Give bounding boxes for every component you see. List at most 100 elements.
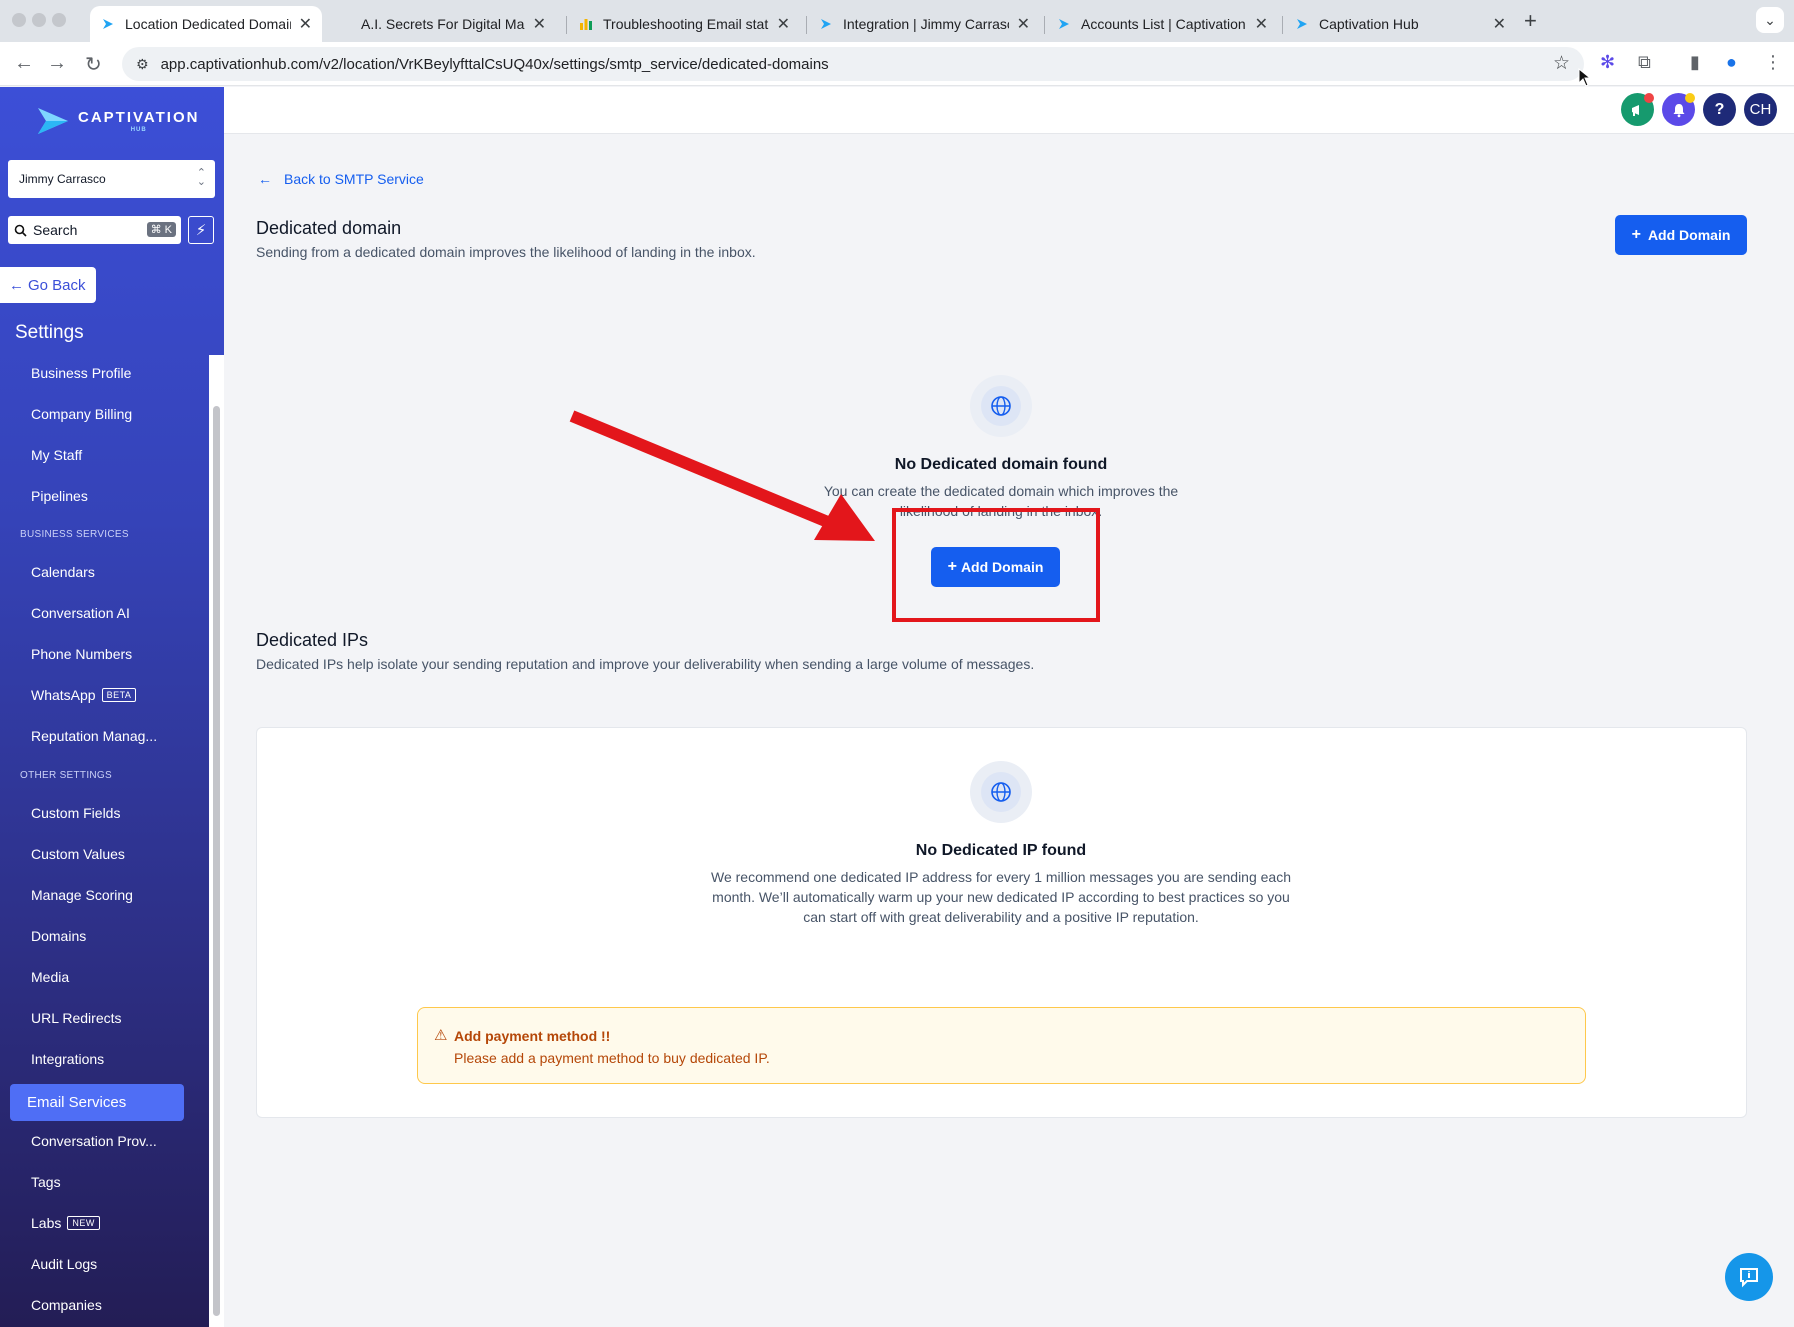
sidebar-item-label: Integrations <box>31 1051 105 1067</box>
sidebar-item-integrations[interactable]: Integrations <box>31 1051 104 1067</box>
sidebar-item-phone-numbers[interactable]: Phone Numbers <box>31 646 132 662</box>
sidebar-item-conversation-ai[interactable]: Conversation AI <box>31 605 130 621</box>
dedicated-domain-subtitle: Sending from a dedicated domain improves… <box>256 244 756 260</box>
notification-dot <box>1685 93 1695 103</box>
sidebar-item-label: WhatsApp <box>31 687 96 703</box>
sidebar-item-reputation-management[interactable]: Reputation Manag... <box>31 728 157 744</box>
browser-toolbar: ← → ↻ ⚙ app.captivationhub.com/v2/locati… <box>0 42 1794 86</box>
back-to-smtp-link[interactable]: ← Back to SMTP Service <box>258 171 424 187</box>
browser-tab-troubleshooting[interactable]: Troubleshooting Email statist ✕ <box>568 6 800 42</box>
support-chat-icon[interactable] <box>1725 1253 1773 1301</box>
window-close-dot[interactable] <box>12 13 26 27</box>
close-tab-icon[interactable]: ✕ <box>1017 14 1030 34</box>
browser-tab-ai-secrets[interactable]: A.I. Secrets For Digital Marke ✕ <box>326 6 556 42</box>
chart-favicon-icon <box>578 16 594 32</box>
window-zoom-dot[interactable] <box>52 13 66 27</box>
settings-heading: Settings <box>15 322 84 343</box>
browser-tab-accounts-list[interactable]: Accounts List | Captivation H ✕ <box>1046 6 1278 42</box>
sidebar-item-url-redirects[interactable]: URL Redirects <box>31 1010 122 1026</box>
captivation-hub-logo[interactable]: CAPTIVATION HUB <box>34 102 199 140</box>
sidebar-item-label: Email Services <box>27 1094 127 1111</box>
quick-actions-bolt-icon[interactable]: ⚡ <box>188 216 214 244</box>
close-tab-icon[interactable]: ✕ <box>533 14 546 34</box>
globe-icon <box>970 375 1032 437</box>
captivation-favicon-icon <box>1294 16 1310 32</box>
sidebar-item-custom-fields[interactable]: Custom Fields <box>31 805 120 821</box>
sidebar-item-audit-logs[interactable]: Audit Logs <box>31 1256 97 1272</box>
search-icon <box>14 224 27 237</box>
sidebar-item-email-services[interactable]: Email Services <box>10 1084 184 1121</box>
logo-text: CAPTIVATION HUB <box>78 108 200 133</box>
sidebar-item-calendars[interactable]: Calendars <box>31 564 95 580</box>
sidebar-item-label: Domains <box>31 928 87 944</box>
account-switcher[interactable]: Jimmy Carrasco ⌃ ⌄ <box>8 160 215 198</box>
tab-title: Integration | Jimmy Carrasco <box>843 16 1009 32</box>
browser-tab-integration[interactable]: Integration | Jimmy Carrasco ✕ <box>808 6 1040 42</box>
sidebar-item-manage-scoring[interactable]: Manage Scoring <box>31 887 133 903</box>
sidebar-item-conversation-providers[interactable]: Conversation Prov... <box>31 1133 157 1149</box>
notifications-bell-icon[interactable] <box>1662 93 1695 126</box>
sidebar-item-pipelines[interactable]: Pipelines <box>31 488 88 504</box>
extensions-puzzle-icon[interactable]: ⧉ <box>1638 52 1651 73</box>
extension-snowflake-icon[interactable]: ✻ <box>1600 52 1615 73</box>
browser-tab-location-dedicated-domain[interactable]: Location Dedicated Domain | ✕ <box>90 6 322 42</box>
sidebar-item-labs[interactable]: Labs NEW <box>31 1215 100 1231</box>
sidebar-item-tags[interactable]: Tags <box>31 1174 61 1190</box>
sidebar-item-label: Companies <box>31 1297 102 1313</box>
sidebar-item-whatsapp[interactable]: WhatsApp BETA <box>31 687 137 703</box>
tab-title: Captivation Hub <box>1319 16 1419 32</box>
warning-triangle-icon: ⚠ <box>434 1027 448 1044</box>
sidebar-item-label: Pipelines <box>31 488 88 504</box>
new-tab-icon[interactable]: + <box>1524 8 1537 34</box>
sidebar-item-domains[interactable]: Domains <box>31 928 86 944</box>
sidebar-scrollbar-thumb[interactable] <box>213 406 220 1316</box>
new-badge: NEW <box>67 1216 100 1230</box>
sidebar-item-company-billing[interactable]: Company Billing <box>31 406 132 422</box>
sidebar-item-label: Custom Values <box>31 846 125 862</box>
sidebar-item-companies[interactable]: Companies <box>31 1297 102 1313</box>
profile-avatar-icon[interactable]: ● <box>1726 52 1737 73</box>
captivation-logo-mark-icon <box>38 108 68 134</box>
close-tab-icon[interactable]: ✕ <box>1493 14 1506 34</box>
user-avatar[interactable]: CH <box>1744 93 1777 126</box>
close-tab-icon[interactable]: ✕ <box>299 14 312 34</box>
announcements-megaphone-icon[interactable] <box>1621 93 1654 126</box>
site-info-icon[interactable]: ⚙ <box>136 56 149 73</box>
annotation-arrow-shaft <box>569 410 838 531</box>
plus-icon: + <box>947 558 957 575</box>
page-favicon-icon <box>336 16 352 32</box>
browser-tab-captivation-hub[interactable]: Captivation Hub ✕ <box>1284 6 1516 42</box>
app-top-bar: ? CH <box>224 87 1794 134</box>
close-tab-icon[interactable]: ✕ <box>1255 14 1268 34</box>
forward-arrow-icon[interactable]: → <box>47 52 67 75</box>
tab-title: A.I. Secrets For Digital Marke <box>361 16 525 32</box>
sidebar-search[interactable]: Search ⌘ K <box>8 216 181 244</box>
no-domain-text: You can create the dedicated domain whic… <box>823 483 1179 519</box>
no-domain-title: No Dedicated domain found <box>894 456 1108 473</box>
sidebar-item-media[interactable]: Media <box>31 969 69 985</box>
browser-tab-strip: Location Dedicated Domain | ✕ A.I. Secre… <box>0 0 1794 42</box>
add-domain-button-empty-state[interactable]: + Add Domain <box>931 547 1060 587</box>
arrow-left-icon: ← <box>9 276 24 294</box>
dedicated-ips-title: Dedicated IPs <box>256 630 369 650</box>
globe-icon <box>970 761 1032 823</box>
dedicated-domain-title: Dedicated domain <box>256 218 402 238</box>
go-back-button[interactable]: ← Go Back <box>0 267 96 303</box>
sidebar-item-my-staff[interactable]: My Staff <box>31 447 82 463</box>
bookmark-star-icon[interactable]: ☆ <box>1553 52 1570 75</box>
help-icon[interactable]: ? <box>1703 93 1736 126</box>
side-panel-icon[interactable]: ▮ <box>1690 52 1700 73</box>
sidebar-item-label: Phone Numbers <box>31 646 133 662</box>
sidebar-item-custom-values[interactable]: Custom Values <box>31 846 125 862</box>
browser-menu-icon[interactable]: ⋮ <box>1764 52 1782 73</box>
address-bar[interactable]: ⚙ app.captivationhub.com/v2/location/VrK… <box>122 47 1584 81</box>
back-arrow-icon[interactable]: ← <box>14 52 34 75</box>
window-minimize-dot[interactable] <box>32 13 46 27</box>
address-bar-url[interactable]: app.captivationhub.com/v2/location/VrKBe… <box>161 56 829 73</box>
sidebar-item-business-profile[interactable]: Business Profile <box>31 365 131 381</box>
close-tab-icon[interactable]: ✕ <box>777 14 790 34</box>
add-domain-button-header[interactable]: + Add Domain <box>1615 215 1747 255</box>
sidebar-item-label: Business Profile <box>31 365 132 381</box>
tab-search-chevron-icon[interactable]: ⌄ <box>1756 7 1784 33</box>
reload-icon[interactable]: ↻ <box>85 52 102 77</box>
